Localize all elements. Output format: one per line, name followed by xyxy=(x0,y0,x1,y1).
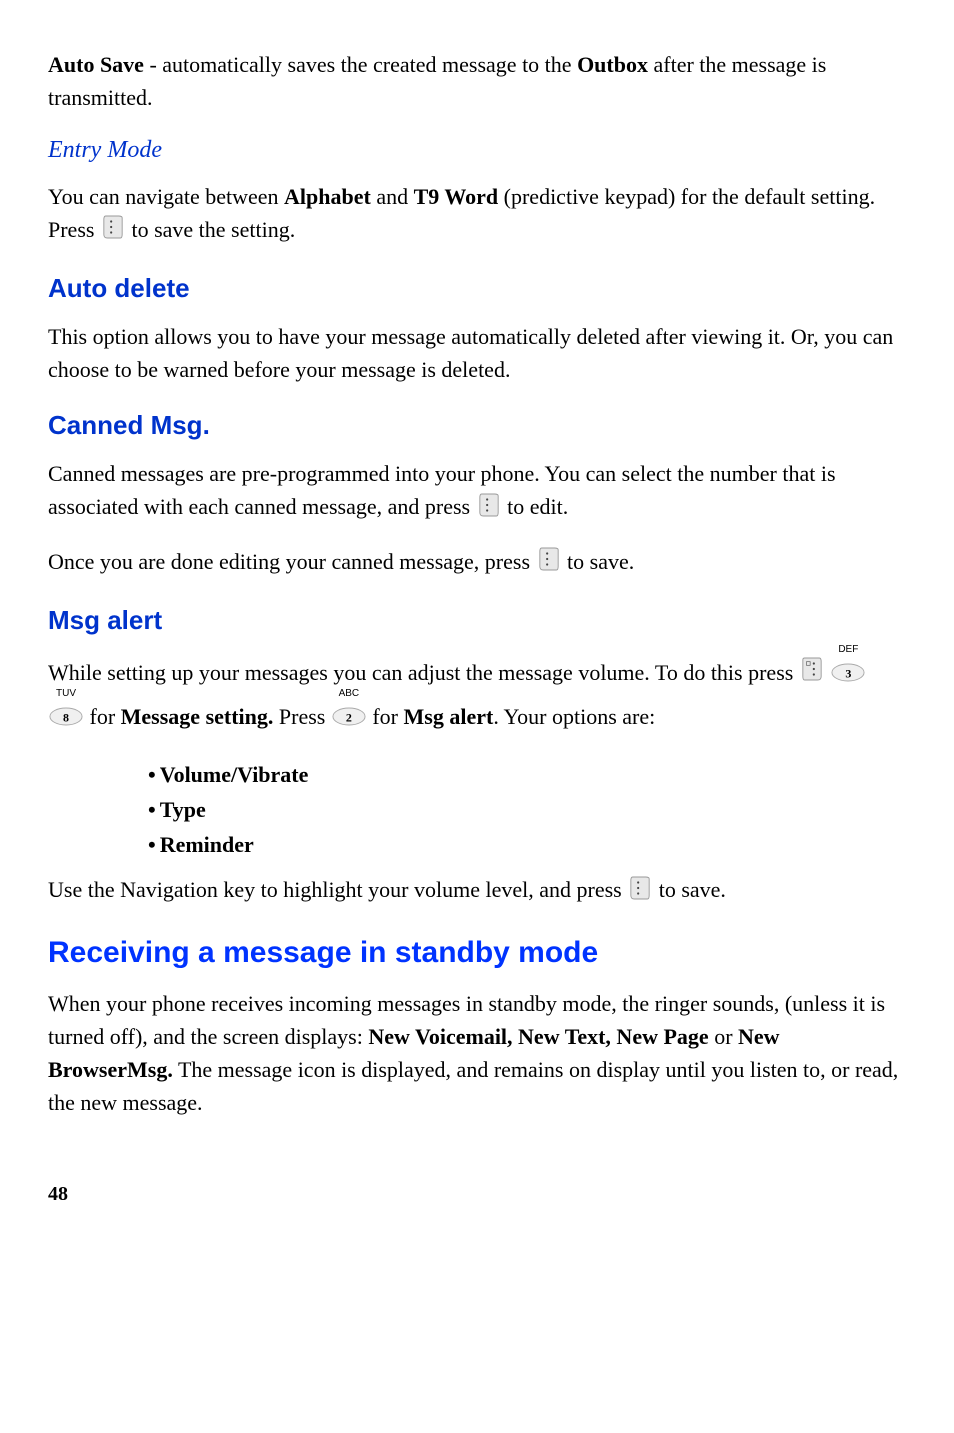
key-8-num: 8 xyxy=(63,707,69,730)
paragraph-nav-key: Use the Navigation key to highlight your… xyxy=(48,873,906,909)
paragraph-msg-alert: While setting up your messages you can a… xyxy=(48,652,906,740)
paragraph-canned-2: Once you are done editing your canned me… xyxy=(48,545,906,581)
text: . Your options are: xyxy=(493,704,655,729)
text: - automatically saves the created messag… xyxy=(144,52,577,77)
text: and xyxy=(371,184,414,209)
ok-key-icon xyxy=(629,875,651,910)
key-3-sup: DEF xyxy=(838,640,858,659)
paragraph-auto-delete: This option allows you to have your mess… xyxy=(48,320,906,386)
heading-auto-delete: Auto delete xyxy=(48,269,906,308)
ok-key-icon xyxy=(102,214,124,249)
options-list: Volume/Vibrate Type Reminder xyxy=(48,758,906,861)
label-outbox: Outbox xyxy=(577,52,648,77)
text: to save. xyxy=(653,877,726,902)
text: The message icon is displayed, and remai… xyxy=(48,1057,898,1115)
list-item: Reminder xyxy=(148,828,906,861)
heading-canned-msg: Canned Msg. xyxy=(48,406,906,445)
text: Once you are done editing your canned me… xyxy=(48,549,536,574)
paragraph-entry-mode: You can navigate between Alphabet and T9… xyxy=(48,180,906,249)
label-alphabet: Alphabet xyxy=(284,184,371,209)
ok-key-icon xyxy=(538,546,560,581)
list-item: Type xyxy=(148,793,906,826)
label-t9-word: T9 Word xyxy=(414,184,499,209)
text: Press xyxy=(273,704,330,729)
paragraph-canned-1: Canned messages are pre-programmed into … xyxy=(48,457,906,526)
text: for xyxy=(84,704,121,729)
text: While setting up your messages you can a… xyxy=(48,660,799,685)
text: You can navigate between xyxy=(48,184,284,209)
text: to edit. xyxy=(502,494,569,519)
key-3-icon: DEF3 xyxy=(831,654,865,696)
label-msg-alert: Msg alert xyxy=(404,704,494,729)
label-auto-save: Auto Save xyxy=(48,52,144,77)
key-2-icon: ABC2 xyxy=(332,698,366,740)
heading-entry-mode: Entry Mode xyxy=(48,132,906,168)
paragraph-auto-save: Auto Save - automatically saves the crea… xyxy=(48,48,906,114)
text: Canned messages are pre-programmed into … xyxy=(48,461,836,519)
page-number: 48 xyxy=(48,1179,906,1209)
label-new-types: New Voicemail, New Text, New Page xyxy=(368,1024,708,1049)
paragraph-receiving: When your phone receives incoming messag… xyxy=(48,987,906,1119)
label-message-setting: Message setting. xyxy=(121,704,274,729)
list-item: Volume/Vibrate xyxy=(148,758,906,791)
key-8-icon: TUV8 xyxy=(49,698,83,740)
text: to save the setting. xyxy=(126,217,295,242)
text: to save. xyxy=(562,549,635,574)
key-2-num: 2 xyxy=(346,707,352,730)
key-8-sup: TUV xyxy=(56,684,76,703)
text: or xyxy=(709,1024,738,1049)
heading-receiving: Receiving a message in standby mode xyxy=(48,930,906,975)
menu-key-icon xyxy=(801,654,823,696)
text: for xyxy=(367,704,404,729)
heading-msg-alert: Msg alert xyxy=(48,601,906,640)
text: Use the Navigation key to highlight your… xyxy=(48,877,627,902)
ok-key-icon xyxy=(478,492,500,527)
key-3-num: 3 xyxy=(845,663,851,686)
key-2-sup: ABC xyxy=(339,684,360,703)
